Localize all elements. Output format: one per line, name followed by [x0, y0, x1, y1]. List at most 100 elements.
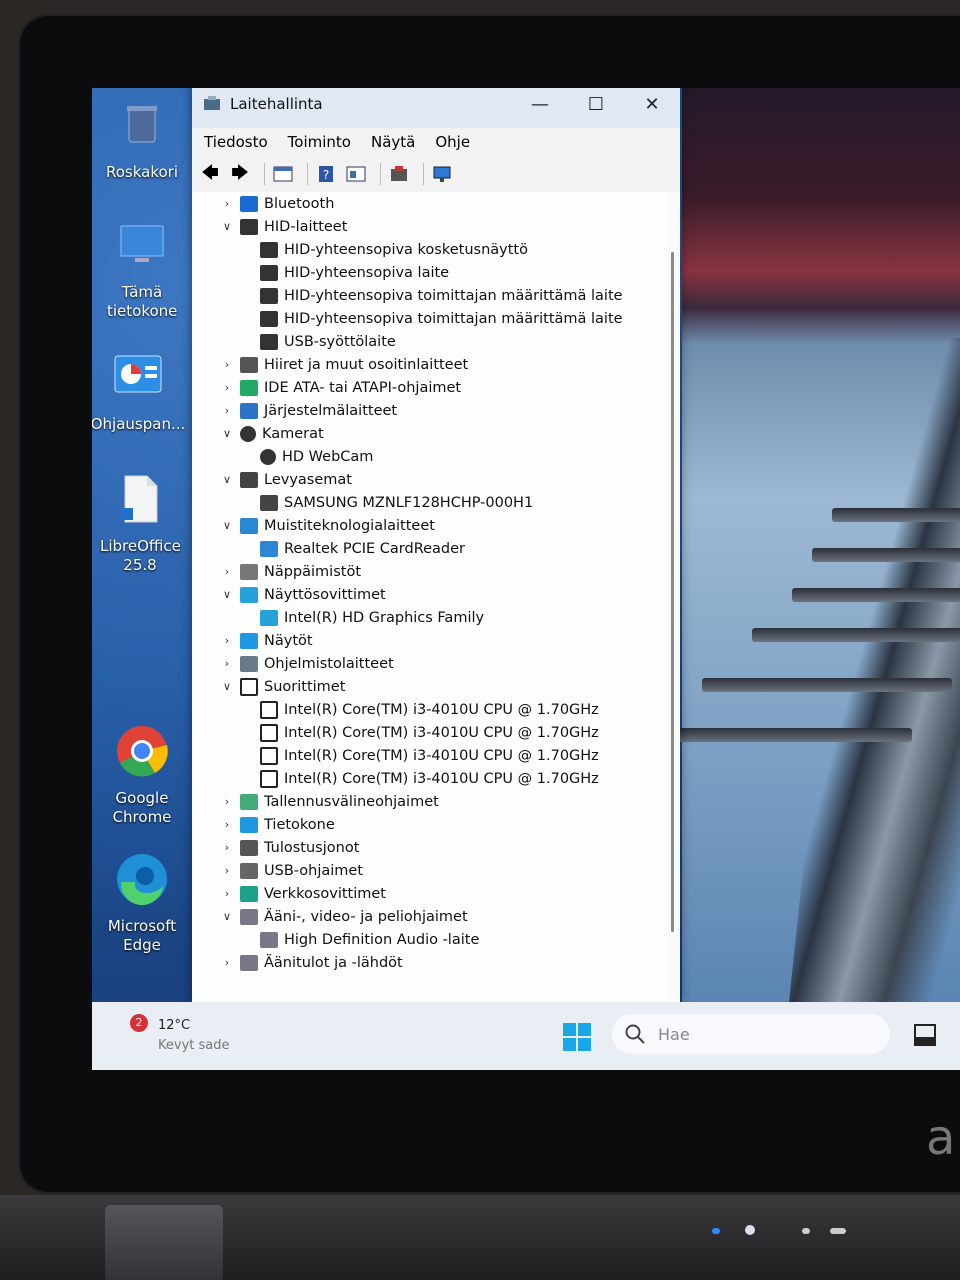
- chrome-icon: [117, 726, 168, 777]
- device-item[interactable]: HID-yhteensopiva toimittajan määrittämä …: [192, 284, 666, 307]
- windows-start-icon[interactable]: [562, 1022, 592, 1052]
- ide-icon: [240, 379, 258, 396]
- chevron-down-icon[interactable]: ∨: [220, 220, 234, 233]
- chevron-down-icon[interactable]: ∨: [220, 910, 234, 923]
- device-category[interactable]: › Tulostusjonot: [192, 836, 666, 859]
- device-item[interactable]: HID-yhteensopiva laite: [192, 261, 666, 284]
- chevron-right-icon[interactable]: ›: [220, 818, 234, 831]
- back-arrow-icon[interactable]: 🡄: [198, 163, 222, 185]
- wallpaper-photo: [672, 88, 960, 1038]
- device-category[interactable]: ∨ HID-laitteet: [192, 215, 666, 238]
- desktop-icon-control-panel[interactable]: Ohjauspan...: [92, 350, 188, 434]
- device-item[interactable]: HID-yhteensopiva toimittajan määrittämä …: [192, 307, 666, 330]
- screen: Roskakori Tämä tietokone Ohjauspan... Li…: [92, 88, 960, 1070]
- device-category[interactable]: ∨ Muistiteknologialaitteet: [192, 514, 666, 537]
- desktop-icon-libreoffice[interactable]: LibreOffice 25.8: [92, 472, 190, 575]
- device-category[interactable]: ∨ Suorittimet: [192, 675, 666, 698]
- desktop-icon-recycle-bin[interactable]: Roskakori: [92, 98, 192, 182]
- chevron-right-icon[interactable]: ›: [220, 887, 234, 900]
- device-category[interactable]: › Verkkosovittimet: [192, 882, 666, 905]
- device-item[interactable]: HID-yhteensopiva kosketusnäyttö: [192, 238, 666, 261]
- device-category[interactable]: › USB-ohjaimet: [192, 859, 666, 882]
- toolbar: 🡄 🡆 ?: [192, 156, 680, 193]
- chevron-right-icon[interactable]: ›: [220, 358, 234, 371]
- menu-action[interactable]: Toiminto: [288, 133, 351, 151]
- desktop-icon-edge[interactable]: Microsoft Edge: [92, 852, 192, 955]
- menu-file[interactable]: Tiedosto: [204, 133, 268, 151]
- device-category[interactable]: › Bluetooth: [192, 192, 666, 215]
- device-item[interactable]: Realtek PCIE CardReader: [192, 537, 666, 560]
- chevron-down-icon[interactable]: ∨: [220, 473, 234, 486]
- chevron-right-icon[interactable]: ›: [220, 404, 234, 417]
- device-category[interactable]: › Näytöt: [192, 629, 666, 652]
- laptop-hinge: [105, 1205, 223, 1280]
- search-icon: [625, 1024, 645, 1044]
- device-category[interactable]: › Äänitulot ja -lähdöt: [192, 951, 666, 974]
- weather-widget[interactable]: 2 12°C Kevyt sade: [130, 1014, 229, 1056]
- chevron-right-icon[interactable]: ›: [220, 565, 234, 578]
- libreoffice-icon: [121, 475, 158, 523]
- monitor-icon: [240, 632, 258, 649]
- chevron-down-icon[interactable]: ∨: [220, 588, 234, 601]
- device-category[interactable]: ∨ Näyttösovittimet: [192, 583, 666, 606]
- chevron-right-icon[interactable]: ›: [220, 841, 234, 854]
- device-label: Näppäimistöt: [264, 563, 362, 580]
- update-driver-icon[interactable]: [387, 163, 411, 185]
- title-bar[interactable]: Laitehallinta — ☐ ✕: [192, 88, 680, 128]
- menu-view[interactable]: Näytä: [371, 133, 415, 151]
- minimize-button[interactable]: —: [512, 88, 568, 128]
- device-item[interactable]: USB-syöttölaite: [192, 330, 666, 353]
- chevron-right-icon[interactable]: ›: [220, 956, 234, 969]
- chevron-down-icon[interactable]: ∨: [220, 519, 234, 532]
- network-icon: [240, 885, 258, 902]
- chevron-down-icon[interactable]: ∨: [220, 680, 234, 693]
- taskbar-search[interactable]: Hae: [612, 1014, 890, 1054]
- help-icon[interactable]: ?: [314, 163, 338, 185]
- properties-panel-icon[interactable]: [271, 163, 295, 185]
- desktop-icon-chrome[interactable]: Google Chrome: [92, 724, 192, 827]
- chevron-right-icon[interactable]: ›: [220, 864, 234, 877]
- device-item[interactable]: Intel(R) Core(TM) i3-4010U CPU @ 1.70GHz: [192, 698, 666, 721]
- device-label: Tietokone: [264, 816, 335, 833]
- chevron-right-icon[interactable]: ›: [220, 634, 234, 647]
- menu-help[interactable]: Ohje: [435, 133, 470, 151]
- forward-arrow-icon[interactable]: 🡆: [228, 163, 252, 185]
- device-label: Suorittimet: [264, 678, 346, 695]
- device-category[interactable]: › Järjestelmälaitteet: [192, 399, 666, 422]
- device-item[interactable]: Intel(R) Core(TM) i3-4010U CPU @ 1.70GHz: [192, 767, 666, 790]
- device-item[interactable]: Intel(R) HD Graphics Family: [192, 606, 666, 629]
- device-item[interactable]: Intel(R) Core(TM) i3-4010U CPU @ 1.70GHz: [192, 721, 666, 744]
- device-label: HID-yhteensopiva kosketusnäyttö: [284, 241, 528, 258]
- svg-text:?: ?: [323, 168, 329, 182]
- device-category[interactable]: › Hiiret ja muut osoitinlaitteet: [192, 353, 666, 376]
- device-item[interactable]: HD WebCam: [192, 445, 666, 468]
- view-details-icon[interactable]: [344, 163, 368, 185]
- chevron-right-icon[interactable]: ›: [220, 197, 234, 210]
- device-category[interactable]: ∨ Levyasemat: [192, 468, 666, 491]
- chevron-right-icon[interactable]: ›: [220, 657, 234, 670]
- chevron-down-icon[interactable]: ∨: [220, 427, 234, 440]
- device-item[interactable]: SAMSUNG MZNLF128HCHP-000H1: [192, 491, 666, 514]
- tree-scrollbar[interactable]: [666, 192, 680, 1000]
- chevron-right-icon[interactable]: ›: [220, 381, 234, 394]
- device-manager-window[interactable]: Laitehallinta — ☐ ✕ Tiedosto Toiminto Nä…: [192, 88, 680, 1002]
- device-category[interactable]: › Ohjelmistolaitteet: [192, 652, 666, 675]
- desktop-icon-this-pc[interactable]: Tämä tietokone: [92, 218, 192, 321]
- device-category[interactable]: ∨ Ääni-, video- ja peliohjaimet: [192, 905, 666, 928]
- maximize-button[interactable]: ☐: [568, 88, 624, 128]
- scrollbar-thumb[interactable]: [671, 252, 674, 932]
- device-category[interactable]: › Tallennusvälineohjaimet: [192, 790, 666, 813]
- device-tree[interactable]: › Bluetooth ∨ HID-laitteet HID-yhteensopiva …: [192, 192, 666, 1000]
- usb-icon: [240, 862, 258, 879]
- device-category[interactable]: ∨ Kamerat: [192, 422, 666, 445]
- device-item[interactable]: High Definition Audio -laite: [192, 928, 666, 951]
- memory-icon: [240, 517, 258, 534]
- close-button[interactable]: ✕: [624, 88, 680, 128]
- device-category[interactable]: › IDE ATA- tai ATAPI-ohjaimet: [192, 376, 666, 399]
- chevron-right-icon[interactable]: ›: [220, 795, 234, 808]
- device-category[interactable]: › Näppäimistöt: [192, 560, 666, 583]
- task-view-icon[interactable]: [912, 1022, 938, 1048]
- device-item[interactable]: Intel(R) Core(TM) i3-4010U CPU @ 1.70GHz: [192, 744, 666, 767]
- scan-hardware-icon[interactable]: [430, 163, 454, 185]
- device-category[interactable]: › Tietokone: [192, 813, 666, 836]
